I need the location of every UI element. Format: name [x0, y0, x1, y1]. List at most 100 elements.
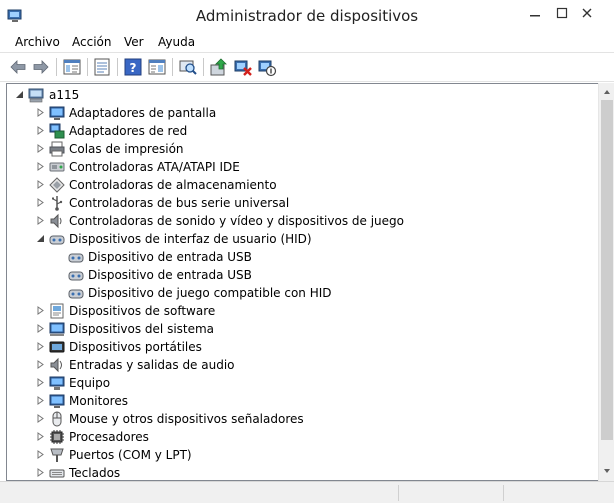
expand-arrow-icon[interactable] [36, 432, 45, 441]
expand-arrow-icon[interactable] [36, 342, 45, 351]
tree-child-item-label: Dispositivo de entrada USB [88, 268, 252, 282]
scroll-up-icon[interactable] [602, 87, 612, 97]
vertical-scrollbar[interactable] [598, 83, 614, 481]
system-device-icon [49, 322, 65, 336]
ide-controller-icon [49, 162, 65, 172]
computer-icon [49, 376, 65, 390]
minimize-icon[interactable] [528, 6, 542, 20]
toolbar-separator [203, 58, 204, 76]
scroll-down-icon[interactable] [602, 466, 612, 476]
tree-child-item[interactable]: Dispositivo de juego compatible con HID [7, 284, 597, 302]
properties-icon[interactable] [92, 57, 112, 77]
tree-item[interactable]: Mouse y otros dispositivos señaladores [7, 410, 597, 428]
status-pane [503, 485, 614, 501]
toolbar-separator-line [0, 81, 614, 82]
expand-arrow-icon[interactable] [36, 450, 45, 459]
back-arrow-icon[interactable] [8, 57, 28, 77]
keyboard-icon [49, 469, 65, 478]
menu-accion[interactable]: Acción [72, 35, 111, 49]
expand-arrow-icon[interactable] [36, 324, 45, 333]
toolbar-separator [172, 58, 173, 76]
scroll-thumb[interactable] [601, 100, 613, 440]
hid-child-icon [68, 289, 84, 299]
tree-item[interactable]: Controladoras de almacenamiento [7, 176, 597, 194]
tree-item[interactable]: Puertos (COM y LPT) [7, 446, 597, 464]
update-driver-icon[interactable] [209, 57, 229, 77]
port-icon [50, 448, 64, 462]
tree-item[interactable]: Dispositivos portátiles [7, 338, 597, 356]
tree-item[interactable]: Controladoras ATA/ATAPI IDE [7, 158, 597, 176]
menu-ayuda[interactable]: Ayuda [158, 35, 195, 49]
title-bar: Administrador de dispositivos [0, 0, 614, 32]
tree-item[interactable]: Monitores [7, 392, 597, 410]
svg-text:?: ? [130, 61, 137, 75]
tree-child-item[interactable]: Dispositivo de entrada USB [7, 248, 597, 266]
expand-arrow-icon[interactable] [36, 144, 45, 153]
close-icon[interactable] [580, 6, 594, 20]
tree-item-label: Adaptadores de red [69, 124, 188, 138]
expand-arrow-icon[interactable] [36, 108, 45, 117]
status-pane [398, 485, 503, 501]
tree-item[interactable]: Controladoras de sonido y vídeo y dispos… [7, 212, 597, 230]
tree-item-label: Monitores [69, 394, 128, 408]
expand-arrow-icon[interactable] [36, 360, 45, 369]
tree-item[interactable]: Teclados [7, 464, 597, 480]
software-device-icon [50, 303, 64, 319]
expand-arrow-icon[interactable] [36, 162, 45, 171]
tree-item-label: Procesadores [69, 430, 149, 444]
toolbar-separator [56, 58, 57, 76]
tree-child-item[interactable]: Dispositivo de entrada USB [7, 266, 597, 284]
expand-arrow-icon[interactable] [36, 468, 45, 477]
network-adapter-icon [49, 123, 65, 139]
tree-item[interactable]: Controladoras de bus serie universal [7, 194, 597, 212]
window-title: Administrador de dispositivos [195, 7, 419, 25]
tree-item-label: Mouse y otros dispositivos señaladores [69, 412, 304, 426]
toolbar: ? [0, 53, 614, 81]
expand-arrow-icon[interactable] [36, 414, 45, 423]
maximize-icon[interactable] [555, 6, 569, 20]
forward-arrow-icon[interactable] [31, 57, 51, 77]
action-pane-icon[interactable] [147, 57, 167, 77]
storage-controller-icon [49, 177, 65, 193]
tree-item[interactable]: Procesadores [7, 428, 597, 446]
monitor-icon [49, 394, 65, 408]
status-bar [0, 481, 614, 503]
tree-root[interactable]: a115 [7, 86, 597, 104]
menu-archivo[interactable]: Archivo [15, 35, 60, 49]
tree-item[interactable]: Dispositivos de interfaz de usuario (HID… [7, 230, 597, 248]
collapse-arrow-icon[interactable] [15, 90, 24, 99]
expand-arrow-icon[interactable] [36, 396, 45, 405]
processor-icon [50, 430, 64, 444]
tree-item-label: Dispositivos del sistema [69, 322, 215, 336]
expand-arrow-icon[interactable] [36, 378, 45, 387]
help-icon[interactable]: ? [123, 57, 143, 77]
expand-arrow-icon[interactable] [36, 126, 45, 135]
mouse-icon [52, 411, 62, 427]
tree-item-label: Equipo [69, 376, 111, 390]
uninstall-device-icon[interactable] [233, 57, 253, 77]
collapse-arrow-icon[interactable] [36, 234, 45, 243]
tree-child-item-label: Dispositivo de juego compatible con HID [88, 286, 332, 300]
scan-hardware-icon[interactable] [178, 57, 198, 77]
expand-arrow-icon[interactable] [36, 306, 45, 315]
menu-ver[interactable]: Ver [124, 35, 144, 49]
tree-item[interactable]: Adaptadores de pantalla [7, 104, 597, 122]
tree-item-label: Colas de impresión [69, 142, 184, 156]
expand-arrow-icon[interactable] [36, 198, 45, 207]
hid-child-icon [68, 253, 84, 263]
expand-arrow-icon[interactable] [36, 180, 45, 189]
disable-device-icon[interactable] [257, 57, 277, 77]
tree-item[interactable]: Entradas y salidas de audio [7, 356, 597, 374]
tree-item[interactable]: Adaptadores de red [7, 122, 597, 140]
tree-item[interactable]: Colas de impresión [7, 140, 597, 158]
menu-bar: Archivo Acción Ver Ayuda [0, 32, 614, 52]
hid-icon [49, 235, 65, 245]
device-tree[interactable]: a115 Adaptadores de pantalla Adaptadores … [6, 83, 614, 481]
expand-arrow-icon[interactable] [36, 216, 45, 225]
tree-item[interactable]: Equipo [7, 374, 597, 392]
tree-item[interactable]: Dispositivos de software [7, 302, 597, 320]
tree-item[interactable]: Dispositivos del sistema [7, 320, 597, 338]
audio-io-icon [50, 357, 62, 373]
tree-item-label: Controladoras de sonido y vídeo y dispos… [69, 214, 404, 228]
show-hide-console-tree-icon[interactable] [62, 57, 82, 77]
